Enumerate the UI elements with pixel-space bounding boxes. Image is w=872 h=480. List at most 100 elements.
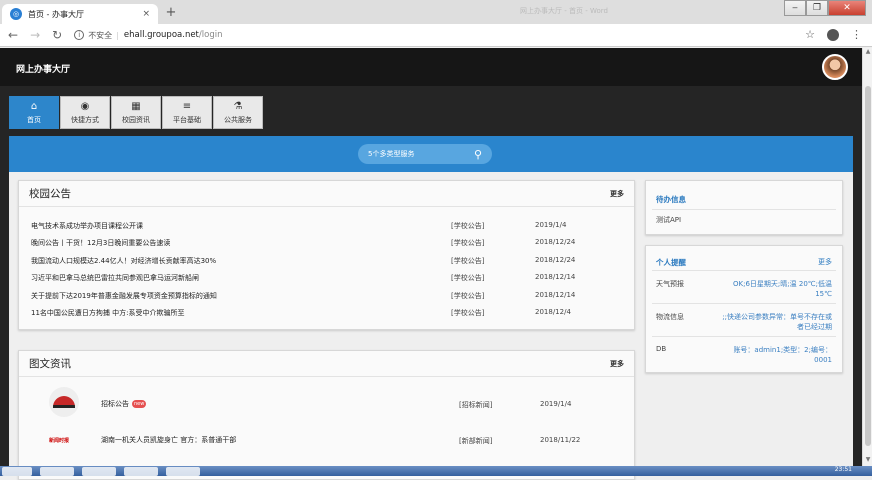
announcement-category: [学校公告] [451, 239, 485, 247]
announcement-title[interactable]: 我国流动人口规模达2.44亿人！对经济增长贡献率高达30% [31, 256, 216, 266]
announcement-date: 2018/12/14 [535, 273, 576, 281]
panel-header: 图文资讯 更多 [19, 351, 634, 377]
announcement-date: 2019/1/4 [535, 221, 567, 229]
db-label: DB [656, 345, 667, 353]
news-category: [招标新闻] [459, 401, 493, 409]
tab-shortcuts[interactable]: ◉ 快捷方式 [60, 96, 110, 129]
reload-icon[interactable]: ↻ [52, 28, 62, 42]
chart-icon: ▦ [131, 100, 141, 112]
announcement-category: [学校公告] [451, 274, 485, 282]
news-title[interactable]: 湖南一机关人员凯旋身亡 官方：系普通干部 [101, 435, 236, 445]
maximize-button[interactable]: ❐ [806, 0, 828, 16]
todo-title: 待办信息 [656, 195, 686, 204]
menu-kebab-icon[interactable]: ⋮ [851, 28, 862, 41]
announcement-title[interactable]: 习近平和巴拿马总统巴雷拉共同参观巴拿马运河新船闸 [31, 273, 199, 283]
search-band: 5个多类型服务 ⚲ [9, 136, 853, 172]
db-value[interactable]: 账号：admin1;类型：2;编号：0001 [720, 345, 832, 365]
divider [652, 270, 836, 271]
reminders-panel: 个人提醒 更多 天气预报 OK;6日星期天;晴;温 20℃;低温15℃ 物流信息… [645, 245, 843, 373]
logistics-value[interactable]: ;;快递公司参数异常：单号不存在或者已经过期 [720, 312, 832, 332]
url-host[interactable]: ehall.groupoa.net [124, 30, 199, 40]
announcement-title[interactable]: 11名中国公民遭日方拘捕 中方:系受中介欺骗所至 [31, 308, 185, 318]
announcement-category: [学校公告] [451, 222, 485, 230]
service-search-input[interactable]: 5个多类型服务 ⚲ [358, 144, 492, 164]
site-header: 网上办事大厅 [0, 48, 862, 86]
insecure-label: 不安全 [88, 30, 113, 40]
address-actions: ☆ ⋮ [805, 28, 862, 41]
weather-value[interactable]: OK;6日星期天;晴;温 20℃;低温15℃ [720, 279, 832, 299]
taskbar-app[interactable] [40, 467, 74, 476]
browser-tab[interactable]: ◎ 首页 - 办事大厅 × [2, 4, 158, 24]
todo-panel: 待办信息 测试API [645, 180, 843, 235]
news-thumbnail[interactable] [49, 387, 79, 417]
news-title-text[interactable]: 招标公告 [101, 400, 129, 408]
announcement-title[interactable]: 电气技术系成功举办项目课程公开课 [31, 221, 143, 231]
tab-title: 首页 - 办事大厅 [28, 9, 84, 19]
browser-tabstrip: ◎ 首页 - 办事大厅 × + 网上办事大厅 - 首页 - Word ‒ ❐ ✕ [0, 0, 872, 24]
tab-label: 平台基础 [173, 115, 201, 124]
os-taskbar: 23:51 [0, 466, 872, 476]
list-icon: ≡ [182, 100, 192, 112]
taskbar-app[interactable] [82, 467, 116, 476]
taskbar-app[interactable] [166, 467, 200, 476]
announcement-category: [学校公告] [451, 309, 485, 317]
panel-title: 图文资讯 [29, 358, 71, 370]
close-window-button[interactable]: ✕ [828, 0, 866, 16]
news-date: 2018/11/22 [540, 436, 581, 444]
divider [652, 209, 836, 210]
tab-home[interactable]: ⌂ 首页 [9, 96, 59, 129]
tab-label: 快捷方式 [71, 115, 99, 124]
scroll-up-icon[interactable]: ▲ [863, 48, 872, 58]
taskbar-app[interactable] [124, 467, 158, 476]
page-scrollbar[interactable]: ▲ ▼ [862, 48, 872, 466]
announcement-date: 2018/12/24 [535, 256, 576, 264]
weather-label: 天气预报 [656, 280, 684, 288]
news-logo-icon [53, 396, 75, 408]
start-button[interactable] [2, 467, 32, 476]
panel-header: 校园公告 更多 [19, 181, 634, 207]
tab-label: 校园资讯 [122, 115, 150, 124]
tab-campus-news[interactable]: ▦ 校园资讯 [111, 96, 161, 129]
scroll-down-icon[interactable]: ▼ [863, 456, 872, 466]
new-badge: new [132, 400, 147, 408]
panel-title: 校园公告 [29, 188, 71, 200]
tab-label: 首页 [27, 115, 41, 124]
todo-item[interactable]: 测试API [656, 215, 681, 225]
main-nav-tabs: ⌂ 首页 ◉ 快捷方式 ▦ 校园资讯 ≡ 平台基础 ⚗ 公共服务 [9, 96, 264, 129]
tab-label: 公共服务 [224, 115, 252, 124]
news-title[interactable]: 招标公告 new [101, 399, 147, 409]
announcement-title[interactable]: 关于提前下达2019年普惠金融发展专项资金预算指标的通知 [31, 291, 217, 301]
search-icon[interactable]: ⚲ [474, 148, 482, 161]
window-title: 网上办事大厅 - 首页 - Word [520, 7, 608, 15]
url-path[interactable]: /login [199, 30, 223, 40]
new-tab-button[interactable]: + [164, 6, 178, 20]
more-link[interactable]: 更多 [610, 189, 624, 199]
minimize-button[interactable]: ‒ [784, 0, 806, 16]
more-link[interactable]: 更多 [610, 359, 624, 369]
main-content: 校园公告 更多 电气技术系成功举办项目课程公开课 [学校公告] 2019/1/4… [9, 172, 853, 480]
account-icon[interactable] [827, 28, 839, 41]
announcement-date: 2018/12/4 [535, 308, 571, 316]
user-avatar[interactable] [822, 54, 848, 80]
tab-platform-basics[interactable]: ≡ 平台基础 [162, 96, 212, 129]
announcement-title[interactable]: 晚间公告丨干货！12月3日晚间重要公告速读 [31, 238, 170, 248]
back-arrow-icon[interactable]: ← [8, 28, 18, 42]
news-date: 2019/1/4 [540, 400, 572, 408]
more-link[interactable]: 更多 [818, 257, 832, 267]
info-icon[interactable]: i [74, 30, 85, 40]
tab-close-icon[interactable]: × [142, 9, 150, 19]
scroll-thumb[interactable] [865, 86, 871, 446]
news-brand-logo[interactable]: 新闻时报 [49, 437, 69, 444]
bookmark-star-icon[interactable]: ☆ [805, 28, 815, 41]
search-placeholder: 5个多类型服务 [368, 150, 415, 158]
site-favicon-icon: ◎ [10, 8, 22, 20]
forward-arrow-icon[interactable]: → [30, 28, 40, 42]
announcement-category: [学校公告] [451, 257, 485, 265]
tab-public-services[interactable]: ⚗ 公共服务 [213, 96, 263, 129]
address-divider: | [116, 30, 119, 40]
window-controls: ‒ ❐ ✕ [784, 0, 866, 16]
reminders-title: 个人提醒 [656, 258, 686, 267]
announcement-category: [学校公告] [451, 292, 485, 300]
dashboard-icon: ◉ [80, 100, 90, 112]
site-title[interactable]: 网上办事大厅 [16, 62, 70, 75]
